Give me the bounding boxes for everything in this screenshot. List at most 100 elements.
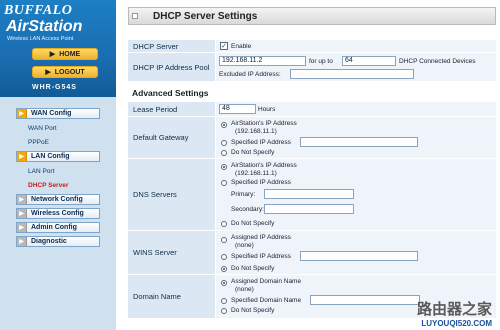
row-lease: Lease Period 48 Hours: [128, 102, 496, 117]
sidebar: BUFFALO AirStation Wireless LAN Access P…: [0, 0, 116, 330]
dns-none-radio[interactable]: [221, 221, 227, 227]
dhcp-enable-label: Enable: [231, 43, 252, 50]
home-button-label: HOME: [59, 50, 81, 58]
dhcp-server-label: DHCP Server: [128, 40, 215, 52]
dhcp-enable-checkbox[interactable]: ✓: [220, 42, 228, 50]
excluded-ip-label: Excluded IP Address:: [219, 71, 281, 78]
menu-lan-port[interactable]: LAN Port: [28, 168, 54, 175]
menu-label: LAN Config: [31, 153, 70, 160]
menu-network-config[interactable]: ▶ Network Config: [16, 194, 100, 205]
menu-dhcp-server[interactable]: DHCP Server: [28, 182, 68, 189]
row-dhcp-pool: DHCP IP Address Pool 192.168.11.2 for up…: [128, 53, 496, 82]
wins-opt2-label: Specified IP Address: [231, 253, 291, 260]
row-wins: WINS Server Assigned IP Address (none) S…: [128, 231, 496, 275]
gateway-opt3-label: Do Not Specify: [231, 149, 275, 156]
watermark-url: LUYOUQI520.COM: [421, 319, 492, 328]
advanced-settings-title: Advanced Settings: [132, 88, 209, 98]
watermark-title: 路由器之家: [416, 300, 492, 318]
dns-primary-input[interactable]: [264, 189, 354, 199]
logout-button[interactable]: ▶ LOGOUT: [32, 66, 98, 78]
connected-devices-label: DHCP Connected Devices: [399, 58, 476, 65]
home-button[interactable]: ▶ HOME: [32, 48, 98, 60]
menu-wan-config[interactable]: ▶ WAN Config: [16, 108, 100, 119]
menu-arrow-icon: ▶: [17, 223, 27, 232]
brand-logo: BUFFALO: [4, 3, 73, 18]
advanced-form: Lease Period 48 Hours Default Gateway Ai…: [128, 102, 496, 319]
menu-label: Network Config: [31, 196, 83, 203]
logout-button-label: LOGOUT: [54, 68, 85, 76]
menu-lan-config[interactable]: ▶ LAN Config: [16, 151, 100, 162]
menu-wireless-config[interactable]: ▶ Wireless Config: [16, 208, 100, 219]
dns-opt1-label: AirStation's IP Address: [231, 162, 297, 169]
menu-arrow-icon: ▶: [17, 152, 27, 161]
wins-ip-input[interactable]: [300, 251, 418, 261]
sidebar-header: BUFFALO AirStation Wireless LAN Access P…: [0, 0, 116, 97]
excluded-ip-input[interactable]: [290, 69, 414, 79]
gateway-label: Default Gateway: [128, 117, 215, 158]
lease-unit: Hours: [258, 106, 276, 113]
wins-opt1-sub: (none): [235, 242, 254, 249]
main-panel: DHCP Server Settings DHCP Server ✓ Enabl…: [116, 0, 500, 330]
menu-wan-port[interactable]: WAN Port: [28, 125, 57, 132]
wins-none-radio[interactable]: [221, 266, 227, 272]
domain-specified-radio[interactable]: [221, 298, 227, 304]
domain-opt1-label: Assigned Domain Name: [231, 278, 302, 285]
settings-form: DHCP Server ✓ Enable DHCP IP Address Poo…: [128, 40, 496, 85]
gateway-opt1-sub: (192.168.11.1): [235, 128, 277, 135]
domain-name-input[interactable]: [310, 295, 420, 305]
menu-label: Admin Config: [31, 224, 77, 231]
product-tagline: Wireless LAN Access Point: [7, 36, 74, 42]
dns-opt2-label: Specified IP Address: [231, 179, 291, 186]
domain-opt1-sub: (none): [235, 286, 254, 293]
product-name: AirStation: [6, 18, 83, 35]
menu-arrow-icon: ▶: [17, 109, 27, 118]
dns-specified-radio[interactable]: [221, 180, 227, 186]
menu-arrow-icon: ▶: [17, 195, 27, 204]
row-dhcp-server: DHCP Server ✓ Enable: [128, 40, 496, 53]
row-gateway: Default Gateway AirStation's IP Address …: [128, 117, 496, 159]
lease-input[interactable]: 48: [219, 104, 256, 114]
header-bullet-icon: [132, 13, 138, 19]
menu-arrow-icon: ▶: [17, 209, 27, 218]
for-up-to-label: for up to: [309, 58, 333, 65]
menu-arrow-icon: ▶: [17, 237, 27, 246]
watermark: 路由器之家 LUYOUQI520.COM: [417, 298, 492, 328]
dhcp-start-ip-input[interactable]: 192.168.11.2: [219, 56, 306, 66]
domain-none-radio[interactable]: [221, 308, 227, 314]
dns-label: DNS Servers: [128, 159, 215, 230]
gateway-ip-input[interactable]: [300, 137, 418, 147]
dns-primary-label: Primary:: [231, 191, 256, 198]
page-header: DHCP Server Settings: [128, 7, 496, 25]
arrow-right-icon: ▶: [45, 69, 51, 76]
menu-label: Diagnostic: [31, 238, 67, 245]
menu-diagnostic[interactable]: ▶ Diagnostic: [16, 236, 100, 247]
menu-admin-config[interactable]: ▶ Admin Config: [16, 222, 100, 233]
arrow-right-icon: ▶: [49, 51, 56, 58]
gateway-none-radio[interactable]: [221, 150, 227, 156]
dhcp-count-input[interactable]: 64: [342, 56, 396, 66]
gateway-airstation-radio[interactable]: [221, 122, 227, 128]
page-title: DHCP Server Settings: [153, 11, 258, 22]
domain-label: Domain Name: [128, 275, 215, 318]
menu-label: WAN Config: [31, 110, 72, 117]
domain-opt3-label: Do Not Specify: [231, 307, 275, 314]
menu-pppoe[interactable]: PPPoE: [28, 139, 49, 146]
wins-opt3-label: Do Not Specify: [231, 265, 275, 272]
gateway-specified-radio[interactable]: [221, 140, 227, 146]
dhcp-pool-label: DHCP IP Address Pool: [128, 53, 215, 81]
dns-secondary-label: Secondary:: [231, 206, 264, 213]
gateway-opt1-label: AirStation's IP Address: [231, 120, 297, 127]
row-dns: DNS Servers AirStation's IP Address (192…: [128, 159, 496, 231]
wins-opt1-label: Assigned IP Address: [231, 234, 291, 241]
domain-opt2-label: Specified Domain Name: [231, 297, 302, 304]
wins-specified-radio[interactable]: [221, 254, 227, 260]
wins-label: WINS Server: [128, 231, 215, 274]
domain-assigned-radio[interactable]: [221, 280, 227, 286]
wins-assigned-radio[interactable]: [221, 237, 227, 243]
dns-secondary-input[interactable]: [264, 204, 354, 214]
lease-label: Lease Period: [128, 102, 215, 116]
dns-opt3-label: Do Not Specify: [231, 220, 275, 227]
gateway-opt2-label: Specified IP Address: [231, 139, 291, 146]
dns-airstation-radio[interactable]: [221, 164, 227, 170]
menu-label: Wireless Config: [31, 210, 84, 217]
